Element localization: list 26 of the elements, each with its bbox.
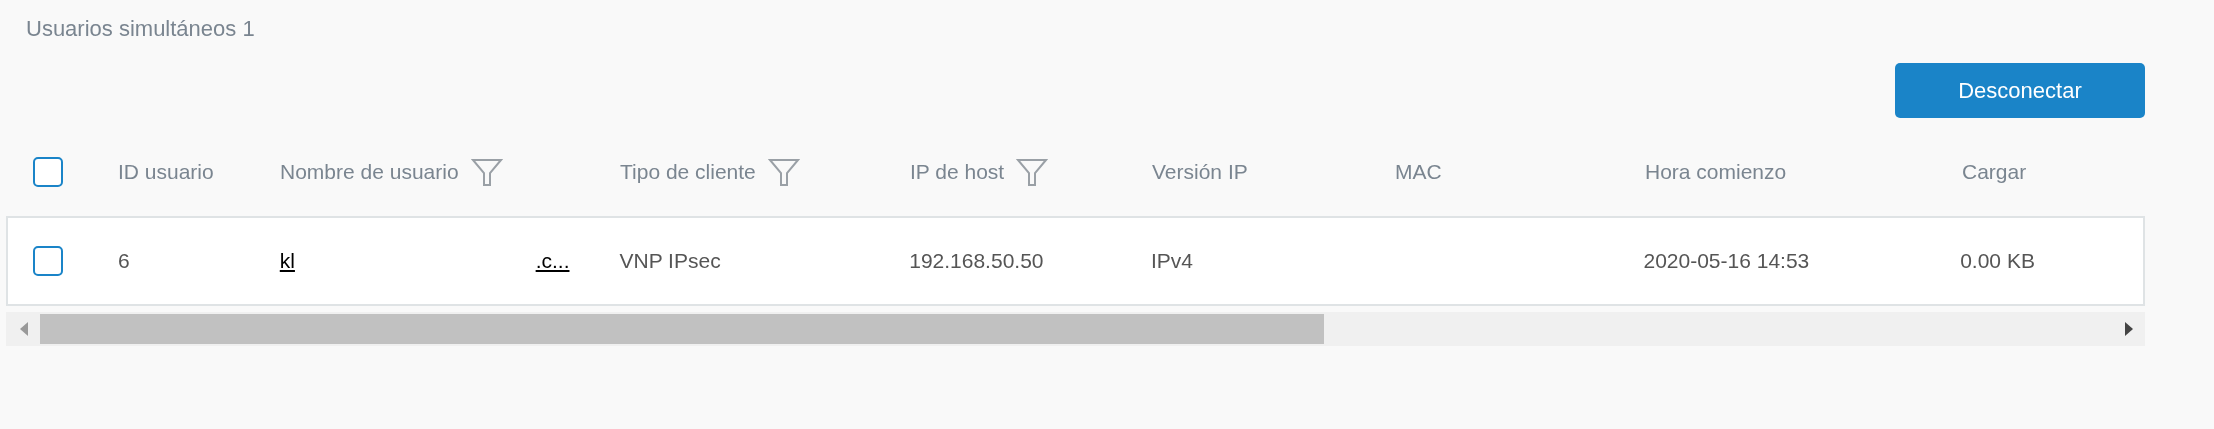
table-cell: 6 <box>117 249 130 273</box>
disconnect-button[interactable]: Desconectar <box>1895 63 2145 118</box>
column-header: Cargar <box>1962 159 2027 186</box>
username-link[interactable]: .c... <box>535 245 570 277</box>
column-header: Nombre de usuario <box>280 159 459 186</box>
column-header: Versión IP <box>1152 159 1248 186</box>
checkbox[interactable] <box>33 246 63 276</box>
checkbox[interactable] <box>33 157 63 187</box>
page-title: Usuarios simultáneos 1 <box>25 15 256 43</box>
column-header: Hora comienzo <box>1645 159 1787 186</box>
table-cell: 2020-05-16 14:53 <box>1643 249 1810 273</box>
username-link[interactable]: kl <box>279 245 295 277</box>
table-cell: 192.168.50.50 <box>909 249 1044 273</box>
column-header: IP de host <box>910 159 1005 186</box>
filter-icon[interactable] <box>767 156 800 188</box>
filter-icon[interactable] <box>470 156 503 188</box>
scrollbar-thumb[interactable] <box>40 314 1324 344</box>
filter-icon[interactable] <box>1016 156 1049 188</box>
table-row[interactable]: 6 kl .c... VNP IPsec 192.168.50.50 IPv4 2020-05-16 14:53 0.00 KB <box>6 216 2145 306</box>
table-cell: VNP IPsec <box>619 249 721 273</box>
column-header: ID usuario <box>118 159 214 186</box>
column-header: MAC <box>1395 159 1442 186</box>
column-header: Tipo de cliente <box>620 159 756 186</box>
horizontal-scrollbar[interactable] <box>6 312 2145 346</box>
table-cell: IPv4 <box>1150 249 1193 273</box>
table-cell: 0.00 KB <box>1960 249 2035 273</box>
